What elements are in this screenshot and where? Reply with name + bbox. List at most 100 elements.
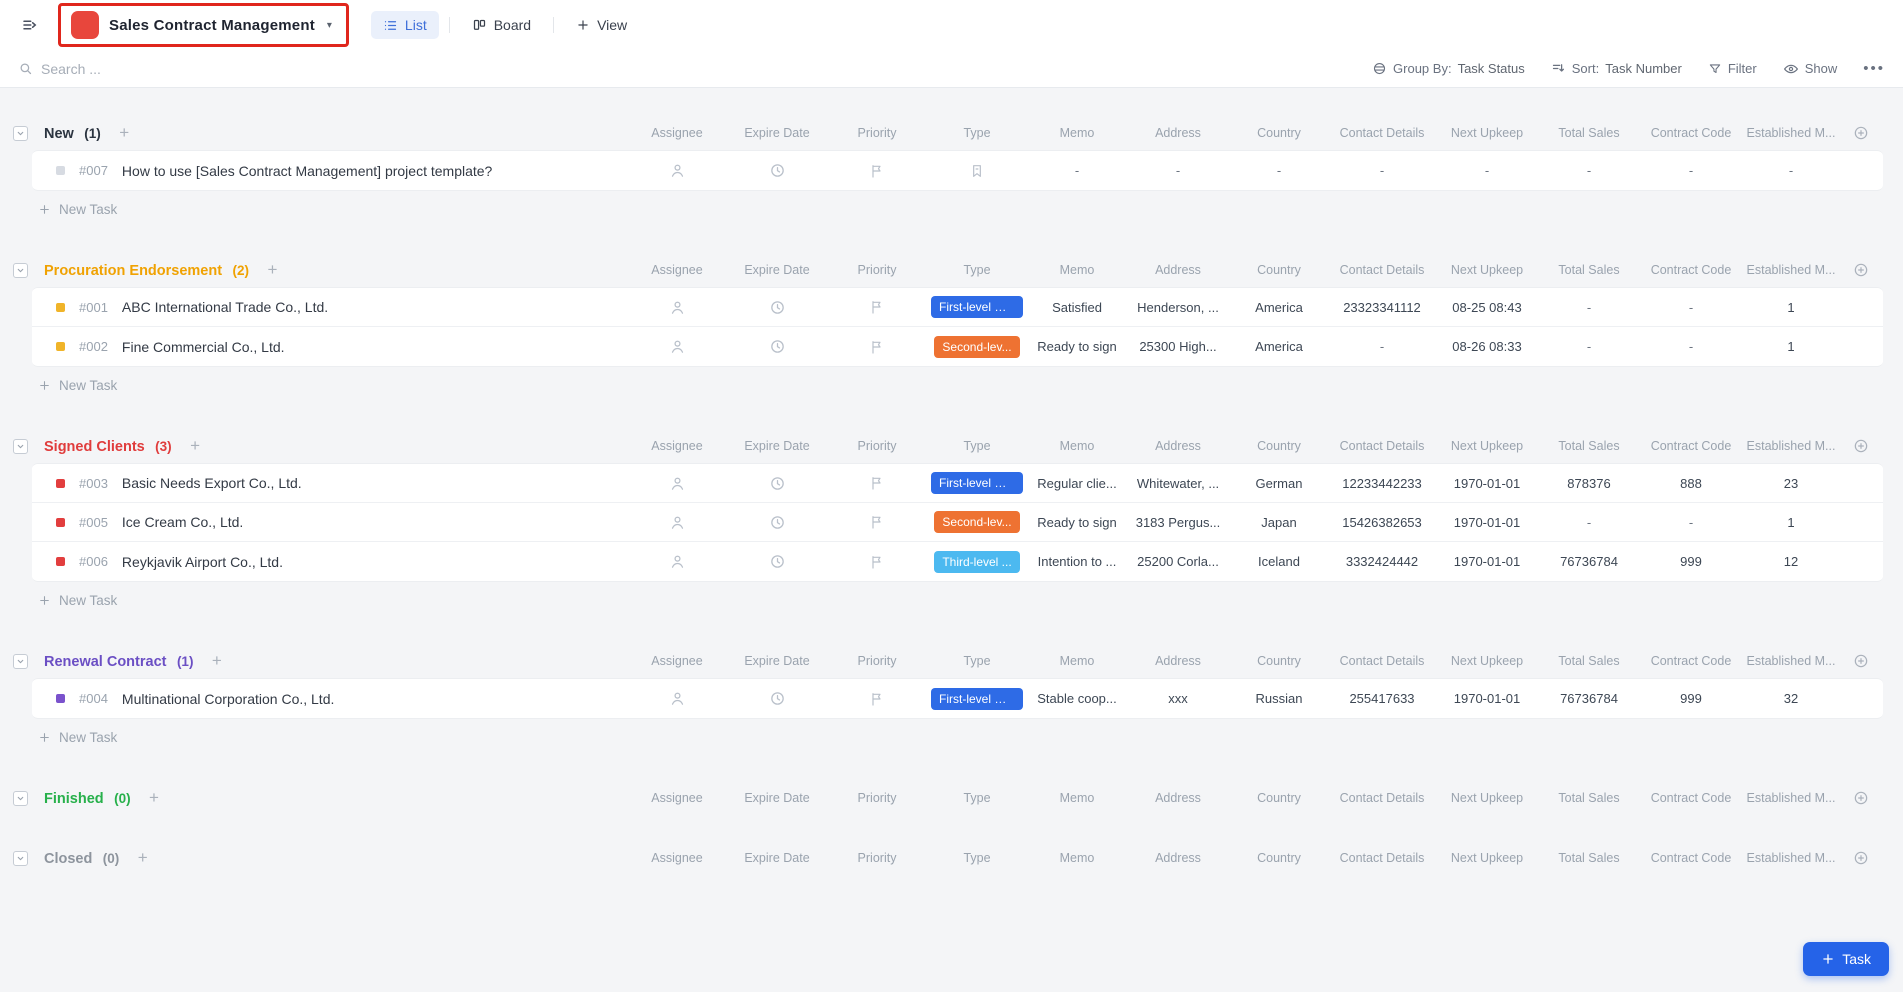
- address-cell[interactable]: xxx: [1127, 691, 1229, 706]
- priority-cell[interactable]: [827, 339, 927, 355]
- status-bullet[interactable]: [56, 303, 65, 312]
- type-badge[interactable]: First-level Cl...: [931, 296, 1023, 318]
- contact-details-cell[interactable]: -: [1329, 163, 1435, 178]
- filter-button[interactable]: Filter: [1708, 61, 1757, 76]
- task-row[interactable]: #007 How to use [Sales Contract Manageme…: [32, 151, 1883, 190]
- group-title[interactable]: New: [44, 126, 74, 142]
- memo-cell[interactable]: Intention to ...: [1027, 554, 1127, 569]
- add-task-to-group-icon[interactable]: +: [190, 436, 200, 455]
- task-row[interactable]: #006 Reykjavik Airport Co., Ltd. Third-l…: [32, 542, 1883, 581]
- contact-details-cell[interactable]: 12233442233: [1329, 476, 1435, 491]
- add-task-to-group-icon[interactable]: +: [149, 788, 159, 807]
- expire-date-cell[interactable]: [727, 475, 827, 492]
- next-upkeep-cell[interactable]: 1970-01-01: [1435, 515, 1539, 530]
- add-task-to-group-icon[interactable]: +: [267, 260, 277, 279]
- new-task-row[interactable]: New Task: [0, 719, 1883, 755]
- contact-details-cell[interactable]: 15426382653: [1329, 515, 1435, 530]
- country-cell[interactable]: America: [1229, 300, 1329, 315]
- contact-details-cell[interactable]: 255417633: [1329, 691, 1435, 706]
- next-upkeep-cell[interactable]: 1970-01-01: [1435, 476, 1539, 491]
- total-sales-cell[interactable]: 76736784: [1539, 691, 1639, 706]
- task-title[interactable]: How to use [Sales Contract Management] p…: [122, 163, 492, 179]
- priority-cell[interactable]: [827, 163, 927, 179]
- group-by-button[interactable]: Group By: Task Status: [1372, 61, 1525, 76]
- established-cell[interactable]: 1: [1743, 300, 1839, 315]
- collapse-group-icon[interactable]: [13, 263, 28, 278]
- add-column-icon[interactable]: [1839, 850, 1883, 866]
- priority-cell[interactable]: [827, 514, 927, 530]
- type-badge[interactable]: Third-level ...: [934, 551, 1019, 573]
- type-cell[interactable]: First-level Cl...: [927, 296, 1027, 318]
- new-task-row[interactable]: New Task: [0, 582, 1883, 618]
- total-sales-cell[interactable]: -: [1539, 515, 1639, 530]
- established-cell[interactable]: 23: [1743, 476, 1839, 491]
- type-cell[interactable]: Third-level ...: [927, 551, 1027, 573]
- country-cell[interactable]: German: [1229, 476, 1329, 491]
- task-title[interactable]: Reykjavik Airport Co., Ltd.: [122, 554, 283, 570]
- memo-cell[interactable]: Satisfied: [1027, 300, 1127, 315]
- country-cell[interactable]: Iceland: [1229, 554, 1329, 569]
- address-cell[interactable]: Henderson, ...: [1127, 300, 1229, 315]
- collapse-sidebar-icon[interactable]: [16, 11, 44, 39]
- type-cell[interactable]: [927, 163, 1027, 179]
- collapse-group-icon[interactable]: [13, 851, 28, 866]
- contact-details-cell[interactable]: 3332424442: [1329, 554, 1435, 569]
- chevron-down-icon[interactable]: ▾: [327, 20, 332, 31]
- type-badge[interactable]: Second-lev...: [934, 511, 1019, 533]
- task-title[interactable]: Basic Needs Export Co., Ltd.: [122, 475, 302, 491]
- assignee-cell[interactable]: [627, 338, 727, 355]
- priority-cell[interactable]: [827, 299, 927, 315]
- established-cell[interactable]: 1: [1743, 339, 1839, 354]
- task-title[interactable]: Ice Cream Co., Ltd.: [122, 514, 243, 530]
- task-row[interactable]: #005 Ice Cream Co., Ltd. Second-lev... R…: [32, 503, 1883, 542]
- assignee-cell[interactable]: [627, 514, 727, 531]
- add-column-icon[interactable]: [1839, 262, 1883, 278]
- next-upkeep-cell[interactable]: 1970-01-01: [1435, 691, 1539, 706]
- status-bullet[interactable]: [56, 557, 65, 566]
- expire-date-cell[interactable]: [727, 299, 827, 316]
- task-row[interactable]: #003 Basic Needs Export Co., Ltd. First-…: [32, 464, 1883, 503]
- contract-code-cell[interactable]: -: [1639, 163, 1743, 178]
- contract-code-cell[interactable]: -: [1639, 339, 1743, 354]
- contract-code-cell[interactable]: -: [1639, 300, 1743, 315]
- collapse-group-icon[interactable]: [13, 439, 28, 454]
- task-title[interactable]: ABC International Trade Co., Ltd.: [122, 299, 328, 315]
- memo-cell[interactable]: Regular clie...: [1027, 476, 1127, 491]
- task-row[interactable]: #001 ABC International Trade Co., Ltd. F…: [32, 288, 1883, 327]
- status-bullet[interactable]: [56, 342, 65, 351]
- expire-date-cell[interactable]: [727, 553, 827, 570]
- established-cell[interactable]: 12: [1743, 554, 1839, 569]
- memo-cell[interactable]: Stable coop...: [1027, 691, 1127, 706]
- established-cell[interactable]: 32: [1743, 691, 1839, 706]
- task-title[interactable]: Multinational Corporation Co., Ltd.: [122, 691, 334, 707]
- address-cell[interactable]: 25200 Corla...: [1127, 554, 1229, 569]
- add-task-to-group-icon[interactable]: +: [119, 123, 129, 142]
- contact-details-cell[interactable]: -: [1329, 339, 1435, 354]
- group-title[interactable]: Closed: [44, 851, 92, 867]
- address-cell[interactable]: 25300 High...: [1127, 339, 1229, 354]
- type-badge[interactable]: First-level Cl...: [931, 688, 1023, 710]
- contact-details-cell[interactable]: 23323341112: [1329, 300, 1435, 315]
- memo-cell[interactable]: -: [1027, 163, 1127, 178]
- total-sales-cell[interactable]: -: [1539, 339, 1639, 354]
- assignee-cell[interactable]: [627, 690, 727, 707]
- project-title[interactable]: Sales Contract Management: [109, 17, 315, 34]
- group-title[interactable]: Signed Clients: [44, 439, 145, 455]
- expire-date-cell[interactable]: [727, 162, 827, 179]
- country-cell[interactable]: -: [1229, 163, 1329, 178]
- add-task-to-group-icon[interactable]: +: [212, 651, 222, 670]
- type-cell[interactable]: Second-lev...: [927, 511, 1027, 533]
- priority-cell[interactable]: [827, 475, 927, 491]
- type-badge[interactable]: Second-lev...: [934, 336, 1019, 358]
- group-title[interactable]: Finished: [44, 791, 104, 807]
- type-cell[interactable]: Second-lev...: [927, 336, 1027, 358]
- task-row[interactable]: #004 Multinational Corporation Co., Ltd.…: [32, 679, 1883, 718]
- type-badge[interactable]: First-level Cl...: [931, 472, 1023, 494]
- country-cell[interactable]: Russian: [1229, 691, 1329, 706]
- new-task-row[interactable]: New Task: [0, 367, 1883, 403]
- group-title[interactable]: Procuration Endorsement: [44, 263, 222, 279]
- memo-cell[interactable]: Ready to sign: [1027, 339, 1127, 354]
- add-column-icon[interactable]: [1839, 438, 1883, 454]
- established-cell[interactable]: -: [1743, 163, 1839, 178]
- tab-board[interactable]: Board: [460, 11, 543, 39]
